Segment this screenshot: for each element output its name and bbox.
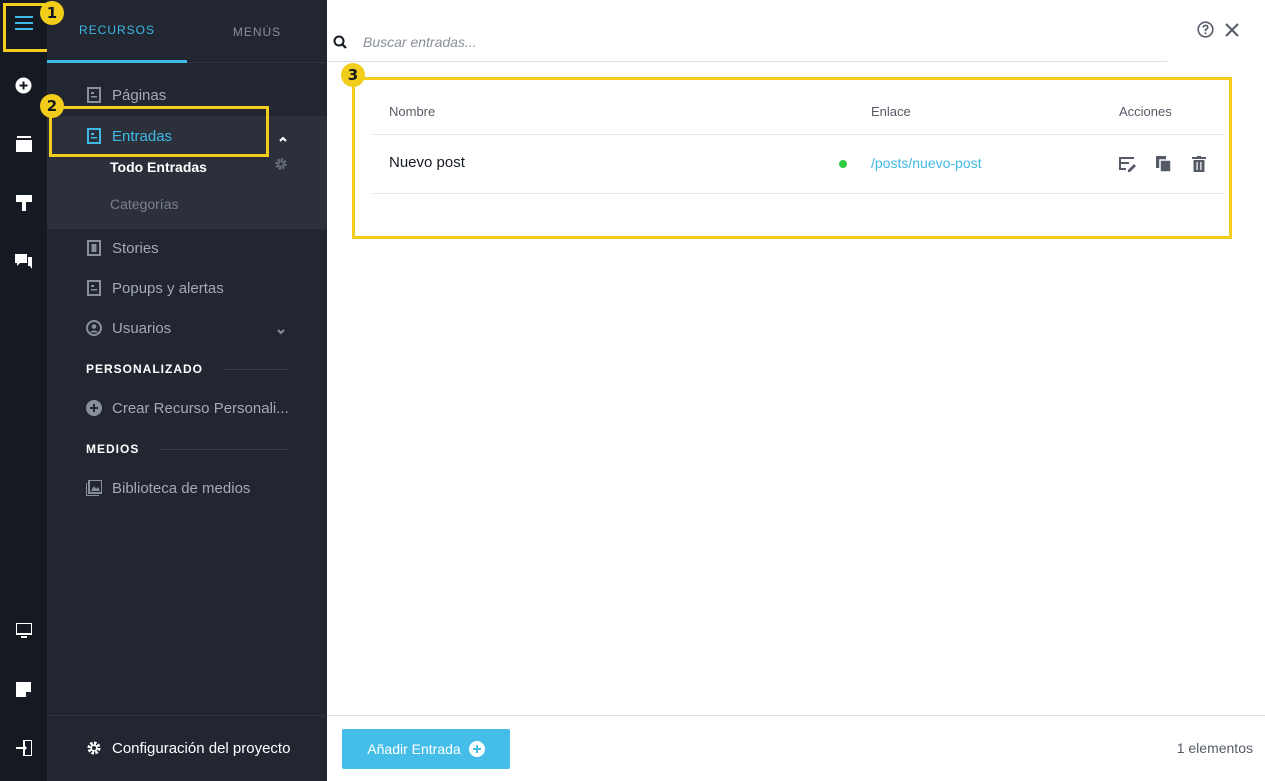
sidebar-item-label: Stories <box>112 239 159 257</box>
search-input[interactable] <box>363 30 1143 54</box>
add-circle-icon <box>468 741 485 757</box>
note-icon[interactable] <box>0 674 47 704</box>
column-header-acciones: Acciones <box>1119 104 1172 119</box>
table-divider <box>372 134 1224 135</box>
sidebar-tabs: RECURSOS MENÚS <box>47 0 327 63</box>
sidebar-item-label: Páginas <box>112 86 167 104</box>
main-panel: 3 Nombre Enlace Acciones Nuevo post /pos… <box>327 0 1265 781</box>
edit-icon[interactable] <box>1117 154 1137 174</box>
section-divider <box>159 448 288 450</box>
chevron-up-icon[interactable] <box>278 130 288 147</box>
section-personalizado: PERSONALIZADO <box>86 359 288 379</box>
desktop-icon[interactable] <box>0 615 47 645</box>
search-bar <box>327 22 1167 62</box>
entry-link[interactable]: /posts/nuevo-post <box>871 155 982 171</box>
section-title: MEDIOS <box>86 442 140 456</box>
entry-title[interactable]: Nuevo post <box>389 154 465 171</box>
sidebar-item-usuarios[interactable]: Usuarios <box>47 308 327 348</box>
trash-icon[interactable] <box>1189 154 1209 174</box>
document-icon <box>86 280 102 296</box>
comments-icon[interactable] <box>0 247 47 277</box>
column-header-nombre[interactable]: Nombre <box>389 104 435 119</box>
sidebar-item-popups[interactable]: Popups y alertas <box>47 268 327 308</box>
sidebar-item-biblioteca[interactable]: Biblioteca de medios <box>47 468 327 508</box>
sidebar-item-label: Popups y alertas <box>112 279 224 297</box>
sidebar-item-label: Crear Recurso Personali... <box>112 399 289 417</box>
add-entry-label: Añadir Entrada <box>367 741 461 757</box>
copy-icon[interactable] <box>1153 154 1173 174</box>
sidebar-subitem-categorias[interactable]: Categorías <box>110 196 178 212</box>
entradas-highlight-box <box>49 106 269 157</box>
sidebar-subitem-todo-entradas[interactable]: Todo Entradas <box>110 159 207 175</box>
table-highlight-box <box>352 77 1232 239</box>
badge-3: 3 <box>341 63 365 87</box>
tab-menus[interactable]: MENÚS <box>187 0 327 63</box>
sidebar-item-crear-recurso[interactable]: Crear Recurso Personali... <box>47 388 327 428</box>
close-icon[interactable] <box>1224 22 1240 43</box>
image-library-icon <box>86 480 102 496</box>
document-icon <box>86 87 102 103</box>
add-circle-icon[interactable] <box>0 70 47 100</box>
sidebar-item-label: Usuarios <box>112 319 172 337</box>
sidebar-item-label: Biblioteca de medios <box>112 479 251 497</box>
search-icon <box>333 35 347 54</box>
section-divider <box>223 368 288 370</box>
user-circle-icon <box>86 320 102 336</box>
column-header-enlace[interactable]: Enlace <box>871 104 911 119</box>
tab-recursos[interactable]: RECURSOS <box>47 0 187 63</box>
logout-icon[interactable] <box>0 733 47 763</box>
project-settings-link[interactable]: Configuración del proyecto <box>47 728 327 768</box>
add-entry-button[interactable]: Añadir Entrada <box>342 729 510 769</box>
item-count: 1 elementos <box>1176 740 1253 756</box>
sidebar: RECURSOS MENÚS Páginas Entradas Todo Ent… <box>47 0 327 781</box>
bottom-bar: Añadir Entrada 1 elementos <box>327 715 1265 781</box>
sidebar-footer: Configuración del proyecto <box>47 715 327 781</box>
icon-rail <box>0 0 47 781</box>
project-settings-label: Configuración del proyecto <box>112 739 291 757</box>
gear-icon <box>86 740 102 756</box>
section-title: PERSONALIZADO <box>86 362 204 376</box>
add-circle-icon <box>86 400 102 416</box>
status-dot-icon <box>839 160 847 168</box>
chevron-down-icon[interactable] <box>276 323 286 340</box>
badge-1: 1 <box>40 1 64 25</box>
sidebar-item-stories[interactable]: Stories <box>47 228 327 268</box>
book-icon <box>86 240 102 256</box>
design-icon[interactable] <box>0 188 47 218</box>
pages-icon[interactable] <box>0 129 47 159</box>
section-medios: MEDIOS <box>86 439 288 459</box>
badge-2: 2 <box>40 94 64 118</box>
table-divider <box>372 193 1224 194</box>
help-icon[interactable] <box>1197 21 1214 43</box>
gear-icon[interactable] <box>274 157 288 176</box>
